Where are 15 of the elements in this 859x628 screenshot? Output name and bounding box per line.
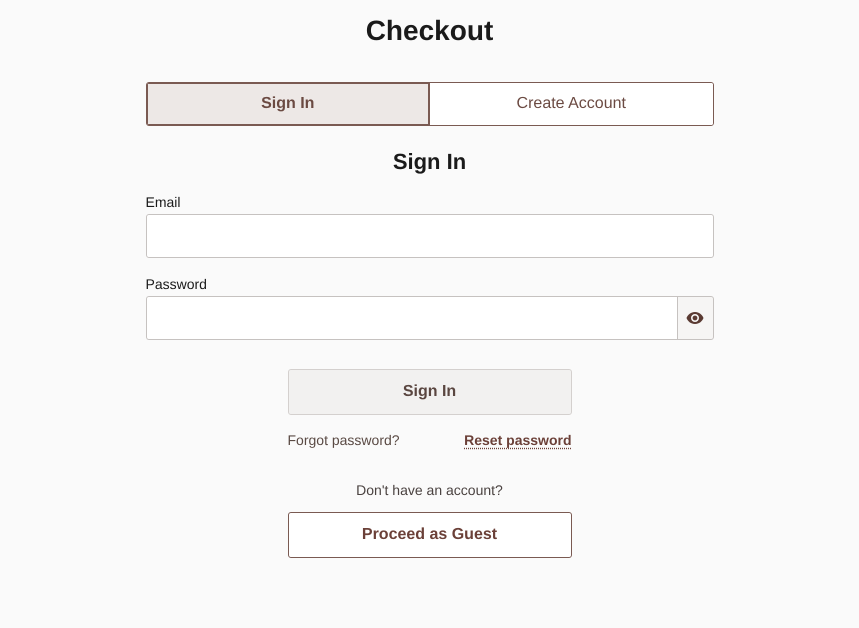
no-account-text: Don't have an account? (355, 482, 504, 499)
page-title: Checkout (366, 14, 494, 48)
email-field[interactable] (146, 214, 714, 258)
show-password-button[interactable] (676, 296, 714, 340)
tab[interactable]: Sign In (146, 83, 430, 125)
guest-button[interactable]: Proceed as Guest (288, 512, 572, 558)
password-field[interactable] (146, 296, 676, 340)
tab[interactable]: Create Account (430, 83, 712, 125)
form-heading: Sign In (392, 148, 468, 176)
field-label: Password (146, 276, 208, 293)
reset-password-link[interactable]: Reset password (464, 432, 572, 449)
forgot-password-text: Forgot password? (288, 432, 400, 449)
eye-icon (686, 312, 704, 324)
field-label: Email (146, 194, 182, 211)
sign-in-button[interactable]: Sign In (288, 369, 572, 415)
